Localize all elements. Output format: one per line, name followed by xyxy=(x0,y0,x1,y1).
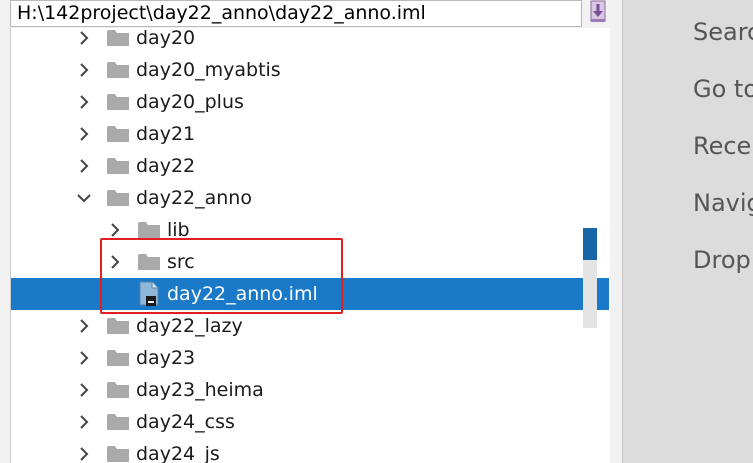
chevron-down-icon[interactable] xyxy=(77,191,91,205)
chevron-right-icon[interactable] xyxy=(77,31,91,45)
folder-icon xyxy=(107,317,129,335)
folder-icon xyxy=(107,413,129,431)
chevron-right-icon[interactable] xyxy=(77,127,91,141)
folder-icon xyxy=(138,221,160,239)
refresh-path-button[interactable] xyxy=(586,0,610,27)
tree-folder-row[interactable]: day22_anno xyxy=(11,182,609,214)
hint-search: Searc xyxy=(693,18,753,46)
tree-folder-row[interactable]: day24_css xyxy=(11,406,609,438)
folder-icon xyxy=(107,189,129,207)
tree-item-label: day22_anno xyxy=(136,187,252,209)
chevron-right-icon[interactable] xyxy=(77,95,91,109)
tree-folder-row[interactable]: day20_myabtis xyxy=(11,54,609,86)
folder-icon xyxy=(107,157,129,175)
chevron-right-icon[interactable] xyxy=(77,351,91,365)
file-tree[interactable]: day20 day20_myabtis day20_plus day21 day22 da… xyxy=(10,28,610,463)
welcome-hints-panel: Searc Go to Recer Navig Drop xyxy=(622,0,753,463)
folder-icon xyxy=(107,29,129,47)
chevron-right-icon[interactable] xyxy=(77,63,91,77)
folder-icon xyxy=(107,93,129,111)
tree-scrollbar-selection-marker xyxy=(583,228,597,260)
hint-drop: Drop xyxy=(693,246,751,274)
folder-icon xyxy=(107,381,129,399)
tree-folder-row[interactable]: day23 xyxy=(11,342,609,374)
tree-folder-row[interactable]: lib xyxy=(11,214,609,246)
tree-item-label: day24_js xyxy=(136,443,220,463)
tree-item-label: day20_myabtis xyxy=(136,59,281,81)
chevron-right-icon[interactable] xyxy=(77,415,91,429)
tree-folder-row[interactable]: src xyxy=(11,246,609,278)
iml-file-icon xyxy=(138,281,160,307)
folder-icon xyxy=(138,253,160,271)
folder-icon xyxy=(107,61,129,79)
tree-item-label: day20 xyxy=(136,28,196,49)
chevron-right-icon[interactable] xyxy=(77,383,91,397)
tree-folder-row[interactable]: day22_lazy xyxy=(11,310,609,342)
folder-icon xyxy=(107,349,129,367)
tree-item-label: day21 xyxy=(136,123,196,145)
chevron-right-icon[interactable] xyxy=(77,159,91,173)
tree-item-label: day22_anno.iml xyxy=(167,283,318,305)
tree-folder-row[interactable]: day21 xyxy=(11,118,609,150)
path-input[interactable]: H:\142project\day22_anno\day22_anno.iml xyxy=(10,0,582,27)
file-chooser-dialog: H:\142project\day22_anno\day22_anno.iml … xyxy=(0,0,622,463)
folder-icon xyxy=(107,125,129,143)
download-arrow-icon xyxy=(588,0,608,28)
hint-recent: Recer xyxy=(693,132,753,160)
chevron-right-icon[interactable] xyxy=(108,223,122,237)
hint-goto: Go to xyxy=(693,75,753,103)
hint-navigation: Navig xyxy=(693,189,753,217)
tree-folder-row[interactable]: day24_js xyxy=(11,438,609,463)
chevron-right-icon[interactable] xyxy=(77,319,91,333)
tree-file-row[interactable]: day22_anno.iml xyxy=(11,278,609,310)
tree-item-label: day20_plus xyxy=(136,91,244,113)
tree-folder-row[interactable]: day20_plus xyxy=(11,86,609,118)
tree-item-label: day23 xyxy=(136,347,196,369)
tree-item-label: day22_lazy xyxy=(136,315,243,337)
tree-item-label: day23_heima xyxy=(136,379,264,401)
tree-folder-row[interactable]: day22 xyxy=(11,150,609,182)
folder-icon xyxy=(107,445,129,463)
tree-folder-row[interactable]: day20 xyxy=(11,28,609,54)
chevron-right-icon[interactable] xyxy=(77,447,91,461)
chevron-right-icon[interactable] xyxy=(108,255,122,269)
tree-item-label: day22 xyxy=(136,155,196,177)
tree-item-label: src xyxy=(167,251,195,273)
tree-folder-row[interactable]: day23_heima xyxy=(11,374,609,406)
tree-item-label: lib xyxy=(167,219,190,241)
tree-item-label: day24_css xyxy=(136,411,235,433)
